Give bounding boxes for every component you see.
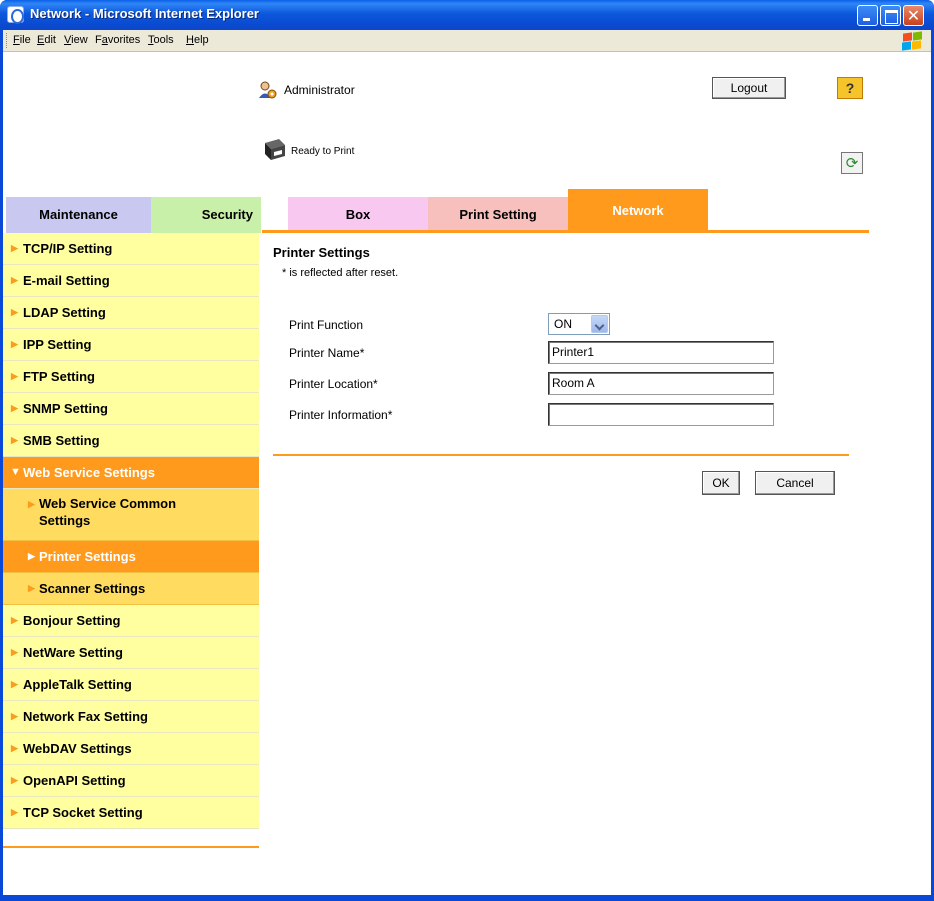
sidebar-subitem-scanner-settings[interactable]: ▶ Scanner Settings xyxy=(3,573,259,605)
page-content: Administrator Logout ? Ready to Print ⟳ … xyxy=(3,52,931,898)
minimize-button[interactable] xyxy=(857,5,878,26)
printer-location-input[interactable]: Room A xyxy=(548,372,774,395)
arrow-icon: ▶ xyxy=(11,711,18,721)
arrow-icon: ▶ xyxy=(11,775,18,785)
help-button[interactable]: ? xyxy=(837,77,863,99)
printer-name-label: Printer Name* xyxy=(289,346,365,360)
menu-bar: File Edit View Favorites Tools Help xyxy=(3,30,931,52)
sidebar-item-tcp-socket[interactable]: ▶ TCP Socket Setting xyxy=(3,797,259,829)
close-icon: ✕ xyxy=(906,6,921,25)
sidebar-item-tcpip[interactable]: ▶ TCP/IP Setting xyxy=(3,233,259,265)
reset-note: * is reflected after reset. xyxy=(282,267,399,279)
arrow-icon: ▶ xyxy=(11,307,18,317)
sidebar-item-ipp[interactable]: ▶ IPP Setting xyxy=(3,329,259,361)
sidebar-item-email[interactable]: ▶ E-mail Setting xyxy=(3,265,259,297)
tab-underline xyxy=(262,230,869,233)
arrow-icon: ▶ xyxy=(11,435,18,445)
logout-button[interactable]: Logout xyxy=(712,77,786,99)
arrow-icon: ▶ xyxy=(11,647,18,657)
menu-favorites[interactable]: Favorites xyxy=(95,34,140,46)
sidebar-item-webdav[interactable]: ▶ WebDAV Settings xyxy=(3,733,259,765)
arrow-icon: ▶ xyxy=(28,551,35,561)
arrow-icon: ▶ xyxy=(11,243,18,253)
print-function-label: Print Function xyxy=(289,318,364,332)
form-divider xyxy=(273,454,849,456)
windows-logo-icon xyxy=(897,31,923,51)
ie-icon xyxy=(7,6,24,24)
sidebar-item-appletalk[interactable]: ▶ AppleTalk Setting xyxy=(3,669,259,701)
arrow-icon: ▶ xyxy=(11,743,18,753)
tab-network[interactable]: Network xyxy=(568,189,708,233)
expanded-arrow-icon: ▼ xyxy=(10,466,21,478)
window-bottom-border xyxy=(3,895,931,898)
arrow-icon: ▶ xyxy=(28,583,35,593)
sidebar-item-ftp[interactable]: ▶ FTP Setting xyxy=(3,361,259,393)
print-function-value: ON xyxy=(554,317,572,331)
arrow-icon: ▶ xyxy=(28,499,35,509)
sidebar: ▶ TCP/IP Setting ▶ E-mail Setting ▶ LDAP Se… xyxy=(3,233,259,829)
arrow-icon: ▶ xyxy=(11,807,18,817)
menu-view[interactable]: View xyxy=(64,34,88,46)
administrator-icon xyxy=(259,81,277,99)
menu-edit[interactable]: Edit xyxy=(37,34,56,46)
title-bar: Network - Microsoft Internet Explorer ✕ xyxy=(0,0,934,30)
printer-icon xyxy=(265,139,285,160)
arrow-icon: ▶ xyxy=(11,275,18,285)
tab-box[interactable]: Box xyxy=(288,197,428,233)
menu-file[interactable]: File xyxy=(13,34,31,46)
arrow-icon: ▶ xyxy=(11,679,18,689)
sidebar-subitem-web-service-common[interactable]: ▶ Web Service Common Settings xyxy=(3,489,259,541)
printer-location-label: Printer Location* xyxy=(289,377,378,391)
sidebar-item-ldap[interactable]: ▶ LDAP Setting xyxy=(3,297,259,329)
browser-window: Network - Microsoft Internet Explorer ✕ … xyxy=(0,0,934,901)
sidebar-item-network-fax[interactable]: ▶ Network Fax Setting xyxy=(3,701,259,733)
sidebar-item-netware[interactable]: ▶ NetWare Setting xyxy=(3,637,259,669)
sidebar-bottom-rule xyxy=(3,846,259,848)
printer-status: Ready to Print xyxy=(291,146,355,157)
tab-print-setting[interactable]: Print Setting xyxy=(428,197,568,233)
user-name: Administrator xyxy=(284,83,355,97)
sidebar-item-smb[interactable]: ▶ SMB Setting xyxy=(3,425,259,457)
page-title: Printer Settings xyxy=(273,245,370,260)
sidebar-item-web-service[interactable]: ▼ Web Service Settings xyxy=(3,457,259,489)
arrow-icon: ▶ xyxy=(11,615,18,625)
menu-tools[interactable]: Tools xyxy=(148,34,174,46)
sidebar-item-snmp[interactable]: ▶ SNMP Setting xyxy=(3,393,259,425)
ok-button[interactable]: OK xyxy=(702,471,740,495)
printer-information-label: Printer Information* xyxy=(289,408,393,422)
maximize-button[interactable] xyxy=(880,5,901,26)
main-tabs: Maintenance Security Box Print Setting N… xyxy=(6,189,869,233)
close-button[interactable]: ✕ xyxy=(903,5,924,26)
arrow-icon: ▶ xyxy=(11,403,18,413)
chevron-down-icon xyxy=(591,315,608,333)
tab-maintenance[interactable]: Maintenance xyxy=(6,197,151,233)
arrow-icon: ▶ xyxy=(11,339,18,349)
printer-name-input[interactable]: Printer1 xyxy=(548,341,774,364)
toolbar-grip xyxy=(6,33,9,48)
menu-help[interactable]: Help xyxy=(186,34,209,46)
sidebar-subitem-printer-settings[interactable]: ▶ Printer Settings xyxy=(3,541,259,573)
print-function-select[interactable]: ON xyxy=(548,313,610,335)
sidebar-item-openapi[interactable]: ▶ OpenAPI Setting xyxy=(3,765,259,797)
tab-security[interactable]: Security xyxy=(151,197,261,233)
printer-information-input[interactable] xyxy=(548,403,774,426)
arrow-icon: ▶ xyxy=(11,371,18,381)
refresh-icon[interactable]: ⟳ xyxy=(841,152,863,174)
window-title: Network - Microsoft Internet Explorer xyxy=(30,6,259,21)
cancel-button[interactable]: Cancel xyxy=(755,471,835,495)
sidebar-item-bonjour[interactable]: ▶ Bonjour Setting xyxy=(3,605,259,637)
